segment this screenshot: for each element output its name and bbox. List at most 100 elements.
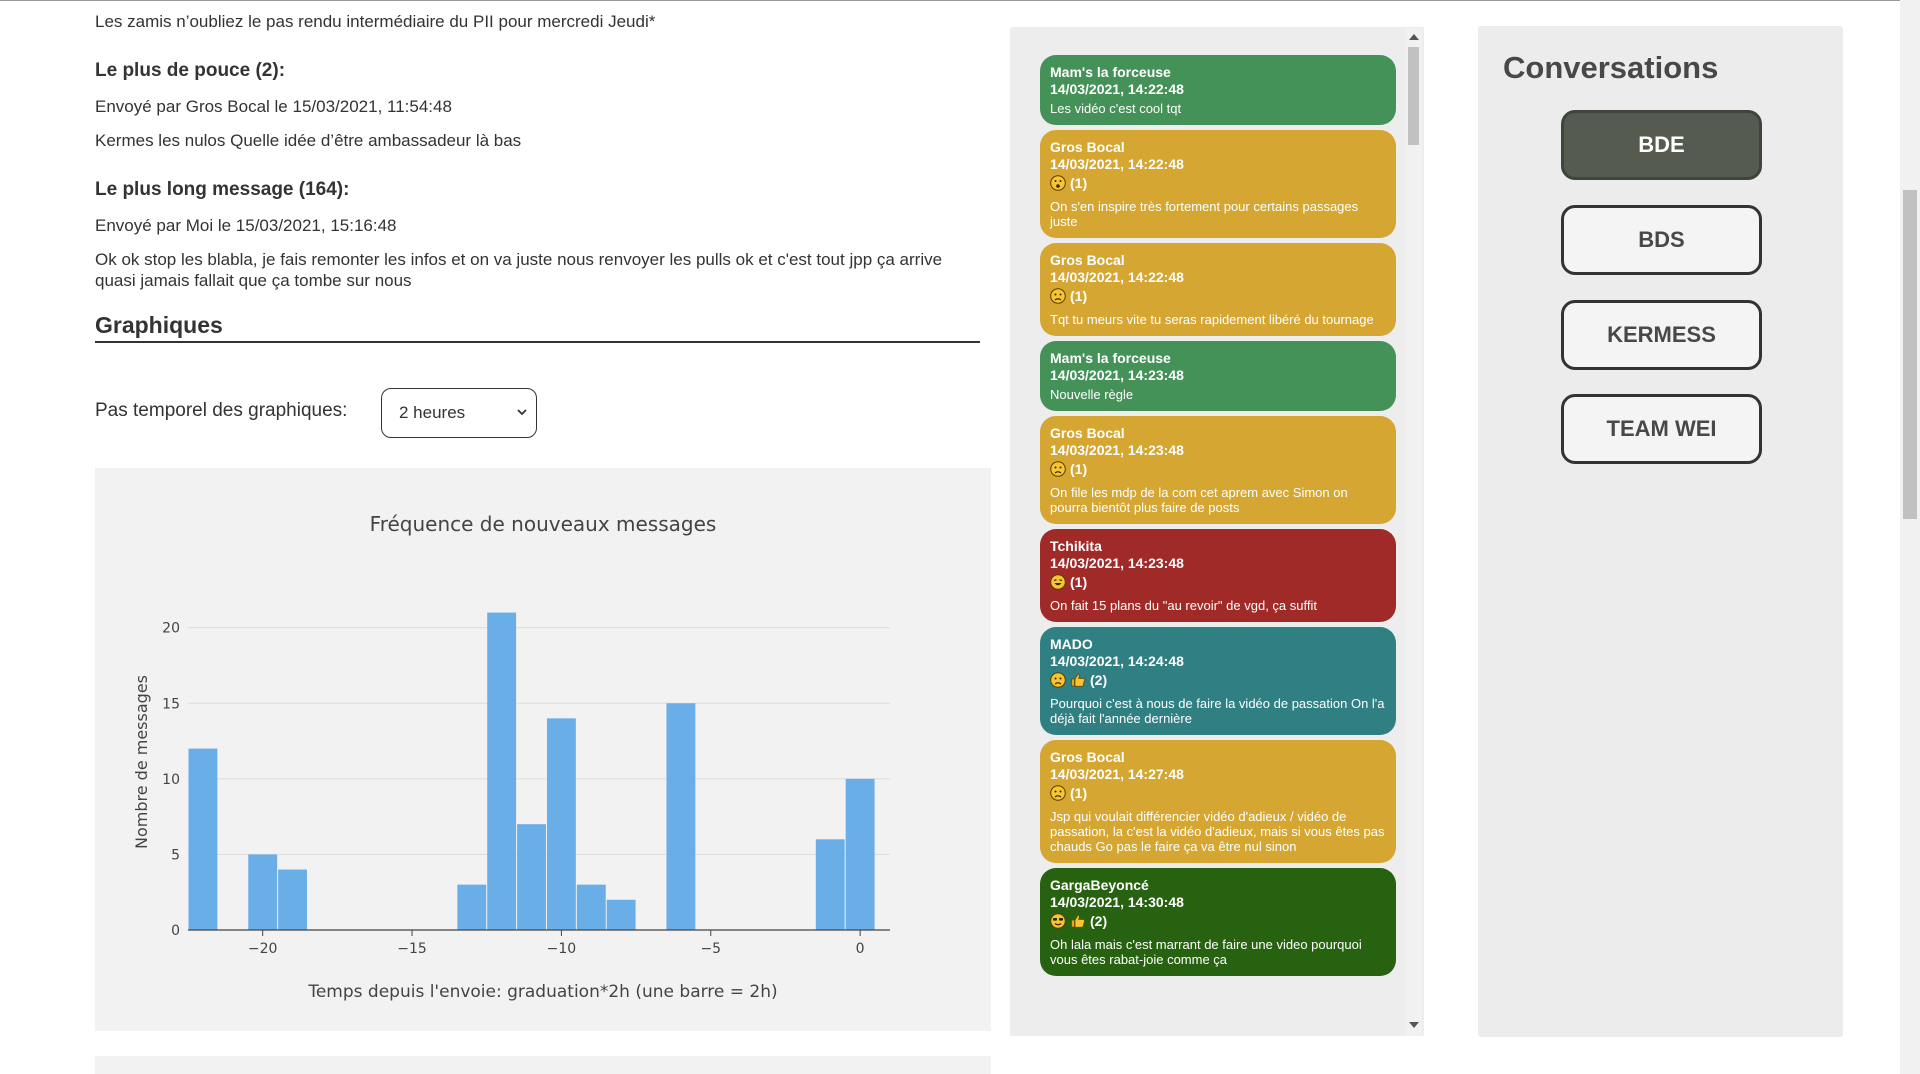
- top-border: [0, 0, 1920, 1]
- longest-message-text-line2: quasi jamais fallait que ça tombe sur no…: [95, 271, 412, 290]
- conversation-button-team-wei[interactable]: TEAM WEI: [1561, 394, 1762, 464]
- chart-bar: [188, 748, 218, 930]
- reaction-count: (2): [1090, 672, 1108, 688]
- sad-icon: [1050, 288, 1066, 309]
- thumbs-up-icon: [1070, 913, 1086, 934]
- chart-bar: [278, 869, 307, 930]
- message-card[interactable]: Mam's la forceuse 14/03/2021, 14:23:48 Nou…: [1040, 341, 1396, 411]
- longest-message-sender: Envoyé par Moi le 15/03/2021, 15:16:48: [95, 216, 397, 235]
- x-tick-label: −10: [547, 941, 577, 957]
- message-card[interactable]: Gros Bocal 14/03/2021, 14:22:48 (1) Tqt tu …: [1040, 243, 1396, 336]
- message-card[interactable]: Gros Bocal 14/03/2021, 14:23:48 (1) On file…: [1040, 416, 1396, 524]
- message-text: Oh lala mais c'est marrant de faire une …: [1050, 937, 1362, 967]
- message-author: Gros Bocal: [1050, 252, 1125, 268]
- message-reactions: (1): [1050, 784, 1386, 806]
- chart-bar: [666, 703, 696, 930]
- reaction-count: (1): [1070, 785, 1088, 801]
- message-author: MADO: [1050, 636, 1093, 652]
- message-text: Nouvelle règle: [1050, 387, 1134, 402]
- chevron-down-icon: [517, 409, 527, 416]
- message-author: Tchikita: [1050, 538, 1102, 554]
- message-card[interactable]: Gros Bocal 14/03/2021, 14:22:48 (1) On s'en…: [1040, 130, 1396, 238]
- message-date: 14/03/2021, 14:27:48: [1050, 766, 1184, 782]
- y-tick-label: 0: [171, 923, 180, 939]
- messages-scrollbar-thumb[interactable]: [1408, 47, 1419, 145]
- message-text: Les vidéo c'est cool tqt: [1050, 101, 1182, 116]
- y-tick-label: 10: [162, 772, 180, 788]
- chart-bar: [248, 854, 278, 930]
- message-text: On fait 15 plans du "au revoir" de vgd, …: [1050, 598, 1317, 613]
- conversation-button-bds[interactable]: BDS: [1561, 205, 1762, 275]
- message-list: Mam's la forceuse 14/03/2021, 14:22:48 Les…: [1040, 55, 1396, 981]
- conversation-button-bde[interactable]: BDE: [1561, 110, 1762, 180]
- message-date: 14/03/2021, 14:23:48: [1050, 367, 1184, 383]
- message-reactions: (2): [1050, 912, 1386, 934]
- message-date: 14/03/2021, 14:22:48: [1050, 269, 1184, 285]
- chart-bar: [606, 899, 636, 930]
- time-step-select[interactable]: 2 heures: [381, 388, 537, 438]
- message-author: GargaBeyoncé: [1050, 877, 1149, 893]
- y-tick-label: 5: [171, 847, 180, 863]
- message-reactions: (1): [1050, 174, 1386, 196]
- message-author: Gros Bocal: [1050, 139, 1125, 155]
- message-card[interactable]: MADO 14/03/2021, 14:24:48 (2) Pourquoi c'es…: [1040, 627, 1396, 735]
- chart-svg: Fréquence de nouveaux messages 0 5 10 15 20 −…: [132, 512, 890, 1002]
- message-card[interactable]: Gros Bocal 14/03/2021, 14:27:48 (1) Jsp qui…: [1040, 740, 1396, 863]
- time-step-label: Pas temporel des graphiques:: [95, 400, 348, 421]
- reaction-count: (2): [1090, 913, 1108, 929]
- longest-message-heading: Le plus long message (164):: [95, 179, 350, 200]
- chart-bar: [576, 884, 606, 930]
- message-reactions: (1): [1050, 460, 1386, 482]
- message-card[interactable]: GargaBeyoncé 14/03/2021, 14:30:48 (2) Oh la…: [1040, 868, 1396, 976]
- message-reactions: (2): [1050, 671, 1386, 693]
- message-card[interactable]: Mam's la forceuse 14/03/2021, 14:22:48 Les…: [1040, 55, 1396, 125]
- cool-icon: [1050, 913, 1066, 934]
- message-author: Mam's la forceuse: [1050, 64, 1171, 80]
- longest-message-text-line1: Ok ok stop les blabla, je fais remonter …: [95, 250, 943, 269]
- message-author: Gros Bocal: [1050, 425, 1125, 441]
- chart-bar: [517, 824, 546, 930]
- messages-scrollbar[interactable]: [1405, 28, 1422, 1036]
- chart-y-axis-label: Nombre de messages: [132, 675, 151, 849]
- y-tick-label: 15: [162, 696, 180, 712]
- conversation-button-kermess[interactable]: KERMESS: [1561, 300, 1762, 370]
- message-author: Gros Bocal: [1050, 749, 1125, 765]
- message-date: 14/03/2021, 14:23:48: [1050, 555, 1184, 571]
- chart-bar: [487, 612, 517, 930]
- x-tick-label: −20: [248, 941, 278, 957]
- time-step-value: 2 heures: [399, 403, 466, 422]
- reaction-count: (1): [1070, 175, 1088, 191]
- chart-bar: [845, 778, 875, 930]
- page-scrollbar-thumb[interactable]: [1903, 190, 1917, 519]
- message-text: On s'en inspire très fortement pour cert…: [1050, 199, 1359, 229]
- x-tick-label: −15: [397, 941, 427, 957]
- message-reactions: (1): [1050, 573, 1386, 595]
- sad-icon: [1050, 461, 1066, 482]
- conversations-panel: Conversations BDE BDS KERMESS TEAM WEI: [1478, 26, 1843, 1037]
- conversations-title: Conversations: [1503, 50, 1719, 85]
- chart-bars: [188, 612, 875, 930]
- page-scrollbar[interactable]: [1900, 0, 1920, 1074]
- reaction-count: (1): [1070, 288, 1088, 304]
- message-card[interactable]: Tchikita 14/03/2021, 14:23:48 (1) On fait 1…: [1040, 529, 1396, 622]
- y-tick-label: 20: [162, 621, 180, 637]
- message-frequency-chart: Fréquence de nouveaux messages 0 5 10 15 20 −…: [95, 468, 991, 1031]
- reaction-count: (1): [1070, 574, 1088, 590]
- message-reactions: (1): [1050, 287, 1386, 309]
- x-tick-label: 0: [856, 941, 865, 957]
- message-text: On file les mdp de la com cet aprem avec…: [1050, 485, 1348, 515]
- x-tick-label: −5: [700, 941, 721, 957]
- chart-bar: [546, 718, 576, 930]
- message-author: Mam's la forceuse: [1050, 350, 1171, 366]
- message-text: Jsp qui voulait différencier vidéo d'adi…: [1050, 809, 1385, 854]
- intro-message-text: Les zamis n’oubliez le pas rendu intermé…: [95, 12, 656, 31]
- message-date: 14/03/2021, 14:23:48: [1050, 442, 1184, 458]
- message-text: Pourquoi c'est à nous de faire la vidéo …: [1050, 696, 1385, 726]
- chart-x-axis-label: Temps depuis l'envoie: graduation*2h (un…: [307, 982, 777, 1002]
- thumbs-up-icon: [1070, 672, 1086, 693]
- scroll-down-arrow-icon[interactable]: [1409, 1022, 1419, 1028]
- chart-bar: [457, 884, 487, 930]
- scroll-up-arrow-icon[interactable]: [1409, 34, 1419, 40]
- messages-panel[interactable]: Mam's la forceuse 14/03/2021, 14:22:48 Les…: [1010, 27, 1424, 1036]
- chart-bar: [815, 839, 845, 930]
